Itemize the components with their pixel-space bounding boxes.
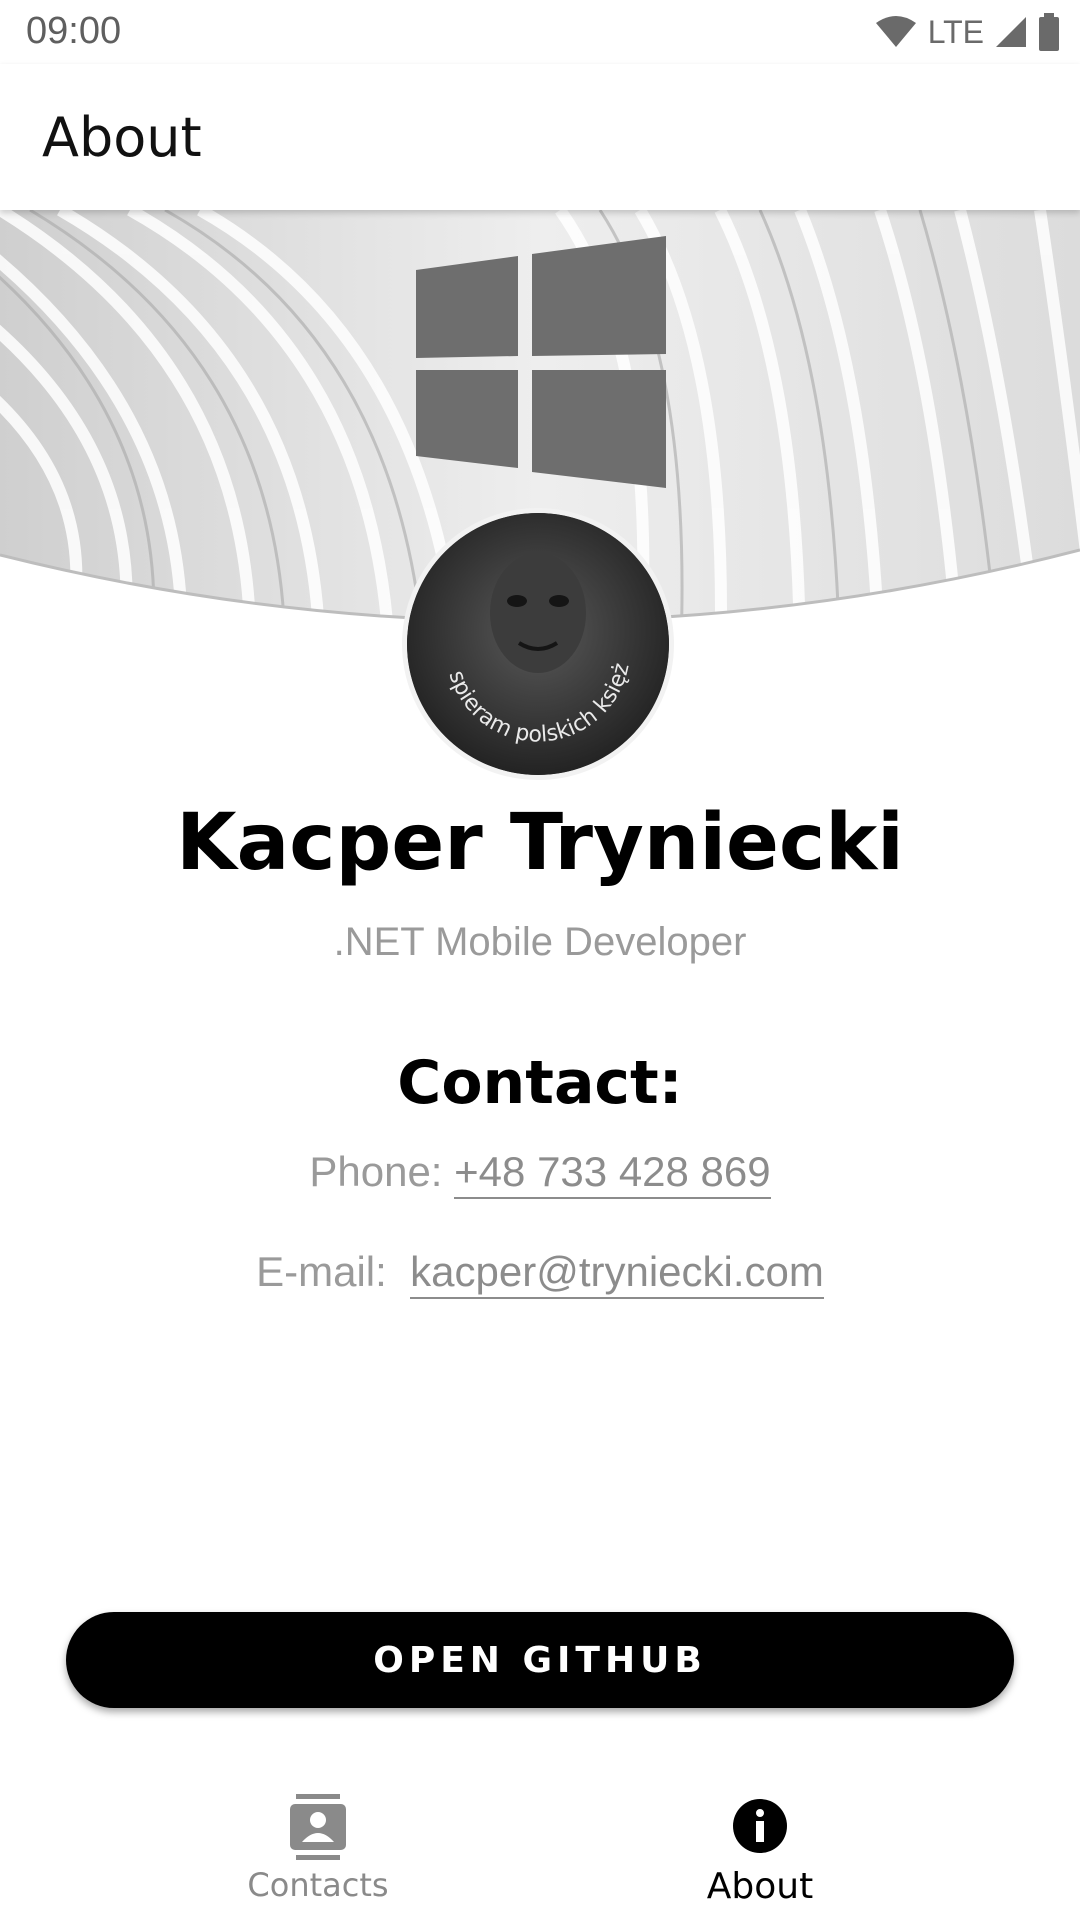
cell-signal-icon — [996, 17, 1026, 47]
status-icons: LTE — [874, 12, 1060, 52]
open-github-button[interactable]: OPEN GITHUB — [66, 1612, 1014, 1708]
profile-role: .NET Mobile Developer — [333, 920, 747, 964]
contacts-icon — [290, 1794, 346, 1860]
email-row: E-mail: kacper@tryniecki.com — [0, 1248, 1080, 1299]
app-bar: About — [0, 64, 1080, 210]
phone-link[interactable]: +48 733 428 869 — [454, 1148, 771, 1199]
phone-label: Phone: — [309, 1148, 443, 1195]
nav-label-about: About — [706, 1866, 814, 1907]
avatar: Wspieram polskich księży — [402, 508, 674, 780]
email-link[interactable]: kacper@tryniecki.com — [410, 1248, 824, 1299]
info-icon — [733, 1799, 787, 1853]
contact-heading: Contact: — [397, 1048, 683, 1118]
nav-item-about[interactable]: About — [540, 1770, 980, 1920]
status-bar: 09:00 LTE — [0, 0, 1080, 64]
wifi-icon — [875, 16, 916, 47]
avatar-image: Wspieram polskich księży — [407, 513, 669, 775]
bottom-navigation: Contacts About — [0, 1770, 1080, 1920]
page-title: About — [42, 106, 202, 169]
email-label: E-mail: — [256, 1248, 387, 1295]
battery-icon — [1039, 13, 1059, 51]
profile-name: Kacper Tryniecki — [176, 798, 904, 888]
network-type: LTE — [927, 13, 984, 50]
status-time: 09:00 — [26, 10, 122, 52]
phone-row: Phone: +48 733 428 869 — [0, 1148, 1080, 1199]
